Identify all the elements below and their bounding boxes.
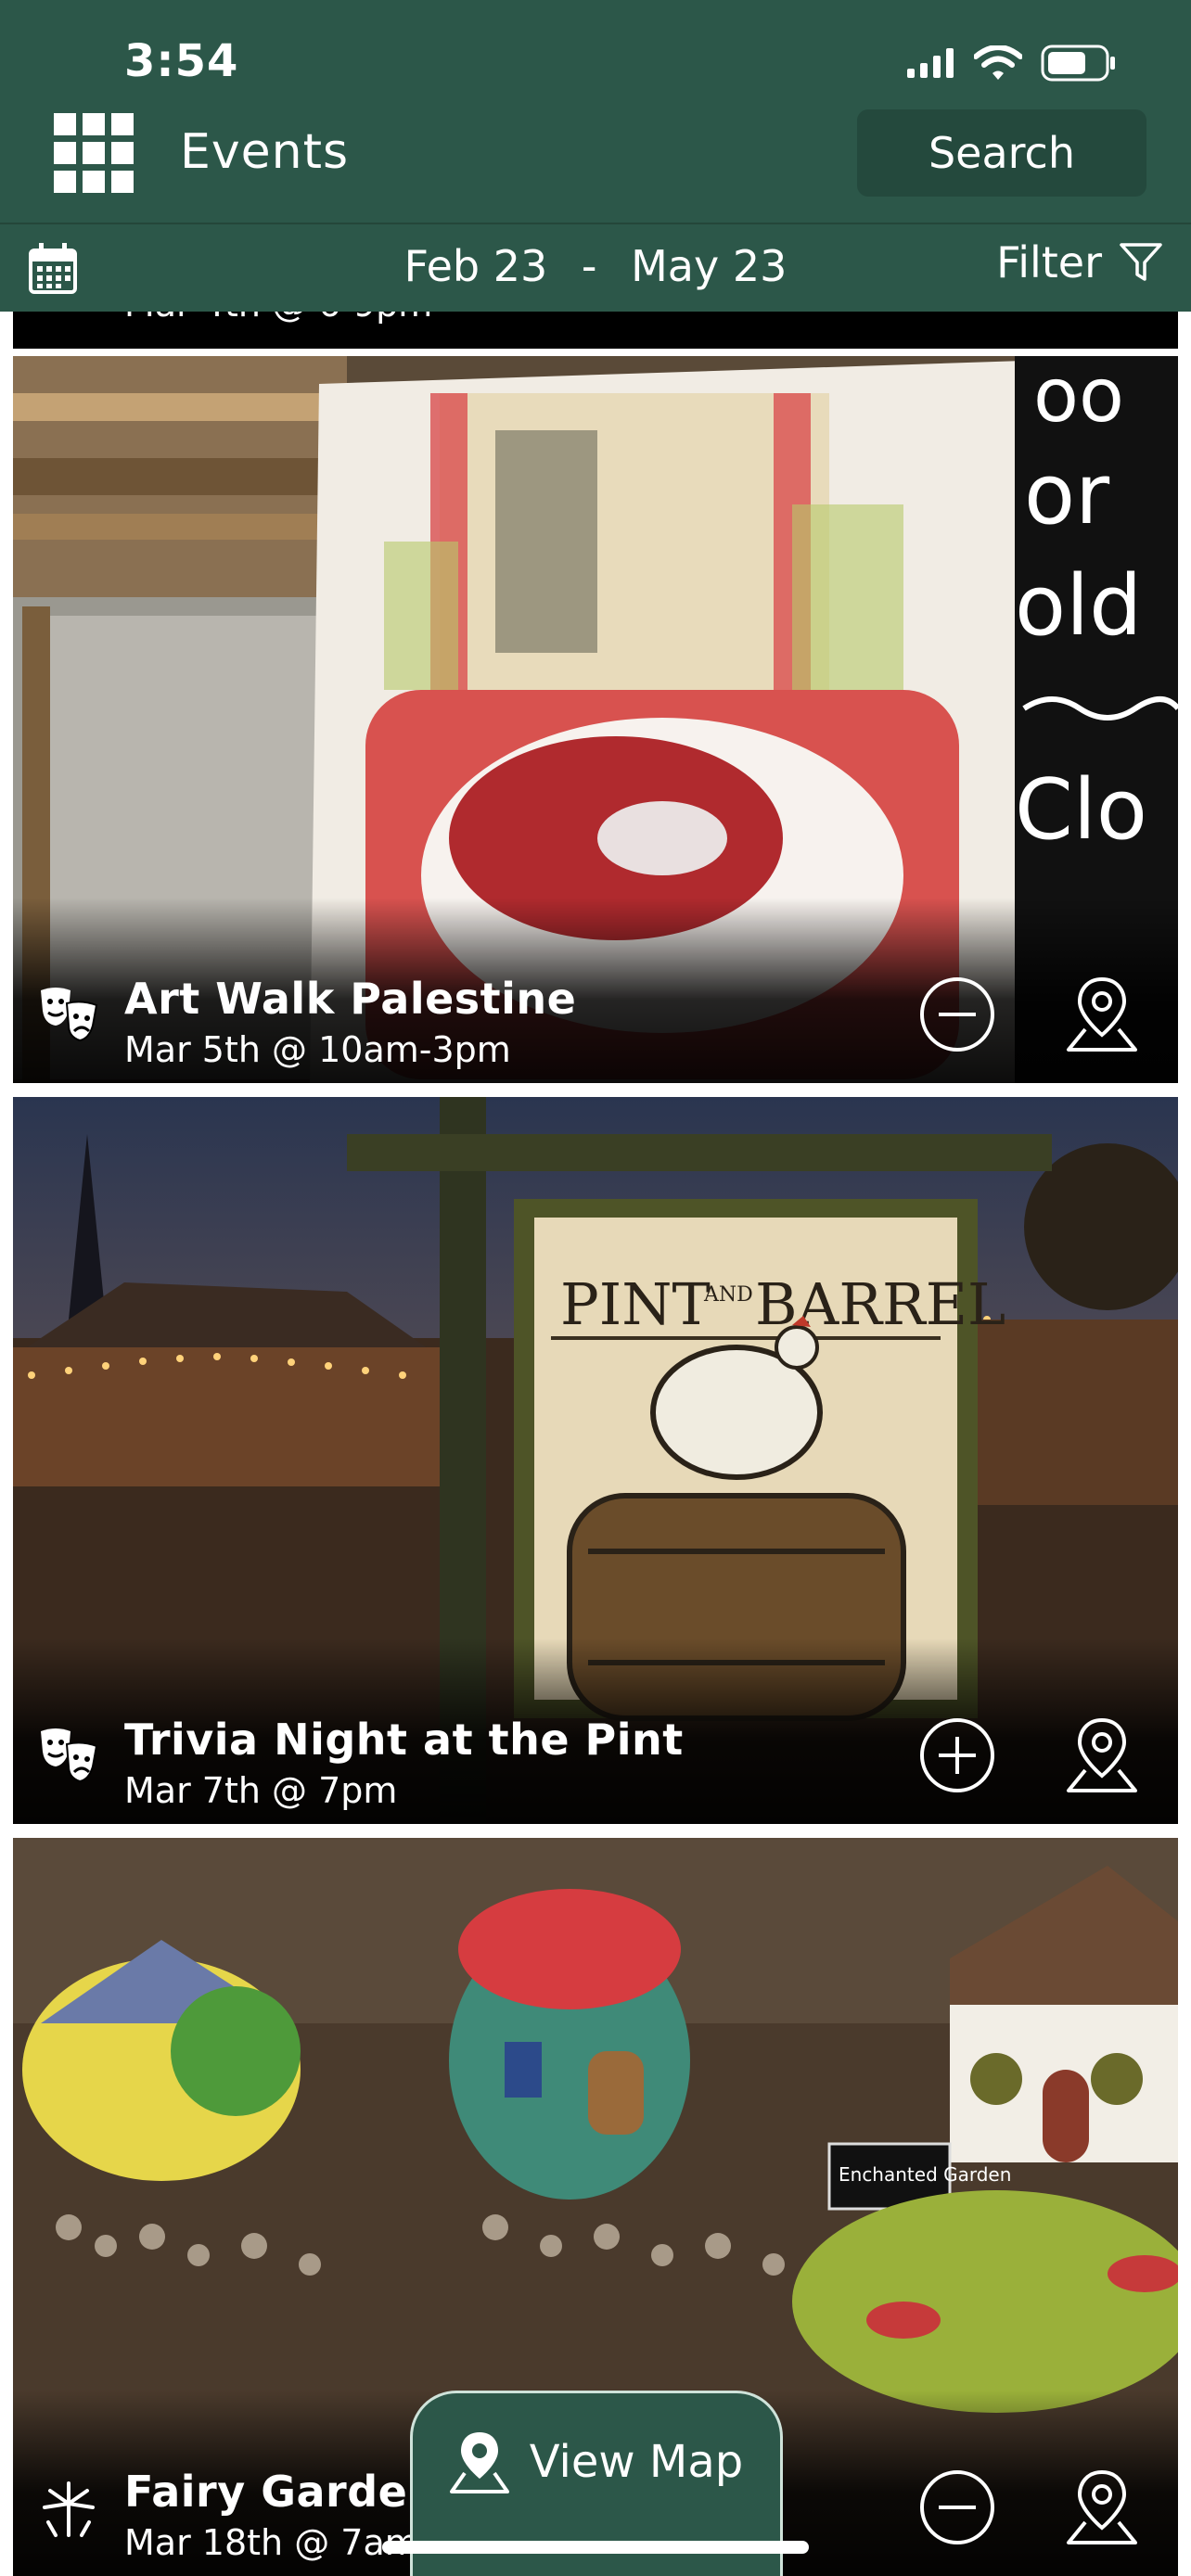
event-title: Art Walk Palestine <box>124 974 577 1024</box>
battery-icon <box>1041 45 1115 82</box>
filter-button[interactable]: Filter <box>996 237 1163 287</box>
event-card-partial[interactable]: Mar 4th @ 6-9pm <box>13 312 1178 349</box>
app-header: Events Search <box>0 102 1191 223</box>
add-event-button[interactable] <box>918 1716 996 1794</box>
cellular-signal-icon <box>907 48 954 78</box>
theater-masks-icon <box>41 1728 98 1783</box>
event-feed[interactable]: Mar 4th @ 6-9pm oo or old <box>0 312 1191 2576</box>
date-range-bar: Feb 23 - May 23 Filter <box>0 223 1191 313</box>
chalkboard-line-2: or <box>1024 446 1109 543</box>
date-range-start: Feb 23 <box>403 241 548 291</box>
view-map-label: View Map <box>529 2436 744 2488</box>
fireworks-icon <box>43 2481 95 2537</box>
theater-masks-icon <box>41 988 98 1042</box>
event-card-info: Art Walk Palestine Mar 5th @ 10am-3pm <box>124 974 576 1070</box>
remove-event-button[interactable] <box>918 976 996 1053</box>
page-title: Events <box>180 124 350 180</box>
chalkboard-line-3: old <box>1015 557 1142 655</box>
event-card-trivia-night[interactable]: PINT AND BARREL Trivia Night at the Pint… <box>13 1097 1178 1824</box>
chalkboard-line-4: Clo <box>1015 761 1147 859</box>
garden-sign-text: Enchanted Garden <box>839 2163 1011 2186</box>
status-icons <box>907 45 1117 82</box>
map-pin-icon <box>449 2432 509 2493</box>
grid-menu-icon[interactable] <box>54 113 134 193</box>
event-title: Trivia Night at the Pint <box>124 1715 684 1765</box>
filter-label: Filter <box>996 237 1102 287</box>
home-indicator[interactable] <box>382 2541 809 2554</box>
location-pin-icon[interactable] <box>1063 2467 1141 2548</box>
status-bar: 3:54 <box>0 0 1191 102</box>
filter-funnel-icon <box>1120 243 1162 281</box>
chalkboard-line-1: oo <box>1033 356 1124 439</box>
event-date: Mar 7th @ 7pm <box>124 1770 398 1811</box>
event-title: Fairy Garden <box>124 2467 439 2517</box>
event-card-info: Trivia Night at the Pint Mar 7th @ 7pm <box>124 1715 684 1811</box>
remove-event-button[interactable] <box>918 2468 996 2546</box>
location-pin-icon[interactable] <box>1063 1715 1141 1796</box>
location-pin-icon[interactable] <box>1063 974 1141 1055</box>
wifi-icon <box>974 45 1022 80</box>
search-button[interactable]: Search <box>857 109 1146 197</box>
event-card-date: Mar 4th @ 6-9pm <box>124 312 432 325</box>
sign-brand-top: PINT <box>560 1270 711 1338</box>
status-time: 3:54 <box>124 35 239 87</box>
event-date: Mar 5th @ 10am-3pm <box>124 1029 511 1070</box>
date-range-end: May 23 <box>631 241 788 291</box>
event-card-art-walk[interactable]: oo or old Clo Art Walk Palestine Mar 5th… <box>13 356 1178 1083</box>
date-range-separator: - <box>581 241 597 291</box>
sign-brand-and: AND <box>703 1283 753 1307</box>
